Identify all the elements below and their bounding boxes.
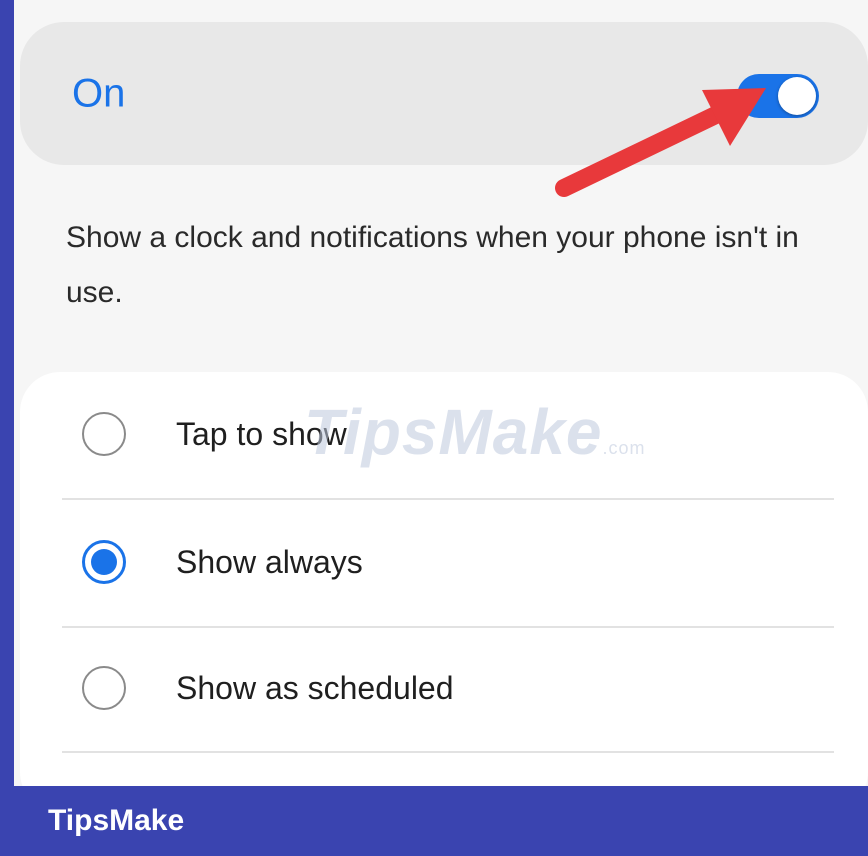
option-label: Show as scheduled — [176, 669, 454, 706]
feature-description: Show a clock and notifications when your… — [66, 221, 799, 309]
footer-watermark: TipsMake — [48, 804, 185, 837]
toggle-switch[interactable] — [737, 74, 819, 118]
divider — [62, 751, 834, 753]
settings-screen: On Show a clock and notifications when y… — [14, 0, 868, 786]
option-show-always[interactable]: Show always — [62, 500, 834, 624]
option-label: Tap to show — [176, 415, 347, 452]
radio-button[interactable] — [82, 412, 126, 456]
option-show-as-scheduled[interactable]: Show as scheduled — [62, 626, 834, 750]
option-tap-to-show[interactable]: Tap to show — [62, 372, 834, 496]
options-card: Tap to show Show always Show as schedule… — [20, 372, 868, 786]
radio-button-checked[interactable] — [82, 540, 126, 584]
radio-button[interactable] — [82, 666, 126, 710]
switch-knob — [778, 77, 816, 115]
master-toggle-row[interactable]: On — [20, 22, 868, 165]
toggle-label: On — [72, 71, 126, 116]
option-label: Show always — [176, 543, 363, 580]
footer-bar: TipsMake — [0, 786, 868, 856]
